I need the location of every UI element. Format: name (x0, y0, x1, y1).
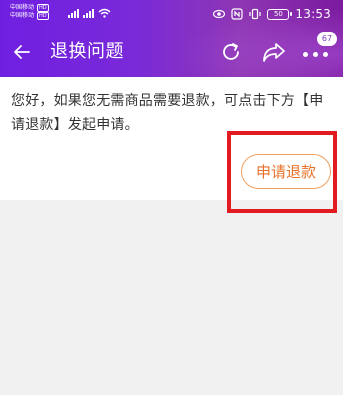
signal-bars-icon (68, 9, 79, 18)
refresh-icon[interactable] (220, 41, 242, 63)
vibrate-icon (249, 8, 262, 20)
clock: 13:53 (295, 7, 331, 21)
wifi-icon (98, 8, 111, 18)
hd-tag-1: HD (37, 4, 49, 12)
more-menu-icon[interactable] (303, 52, 331, 60)
notification-badge: 67 (317, 32, 337, 46)
battery-icon: 50 (267, 8, 293, 20)
signal-bars-icon-2 (83, 9, 94, 18)
page-title: 退换问题 (50, 41, 124, 62)
eye-icon (213, 9, 226, 19)
message-panel: 您好，如果您无需商品需要退款，可点击下方【申请退款】发起申请。 申请退款 (0, 77, 343, 213)
hd-tag-2: HD (37, 12, 49, 20)
signal-icons (68, 8, 111, 18)
carrier-info: 中国移动 HD 中国移动 HD (10, 4, 49, 20)
status-bar: 中国移动 HD 中国移动 HD 50 13:53 (0, 0, 343, 28)
share-icon[interactable] (262, 41, 286, 63)
nav-bar: 退换问题 67 (0, 28, 343, 77)
status-right: 50 13:53 (213, 7, 331, 21)
app-header: 中国移动 HD 中国移动 HD 50 13:53 退换问题 67 (0, 0, 343, 77)
carrier-name-2: 中国移动 (10, 12, 35, 19)
apply-refund-button[interactable]: 申请退款 (241, 154, 331, 189)
refund-instruction-text: 您好，如果您无需商品需要退款，可点击下方【申请退款】发起申请。 (11, 93, 324, 133)
carrier-name-1: 中国移动 (10, 4, 35, 11)
nfc-icon (231, 8, 244, 20)
back-arrow-icon[interactable] (12, 42, 32, 62)
